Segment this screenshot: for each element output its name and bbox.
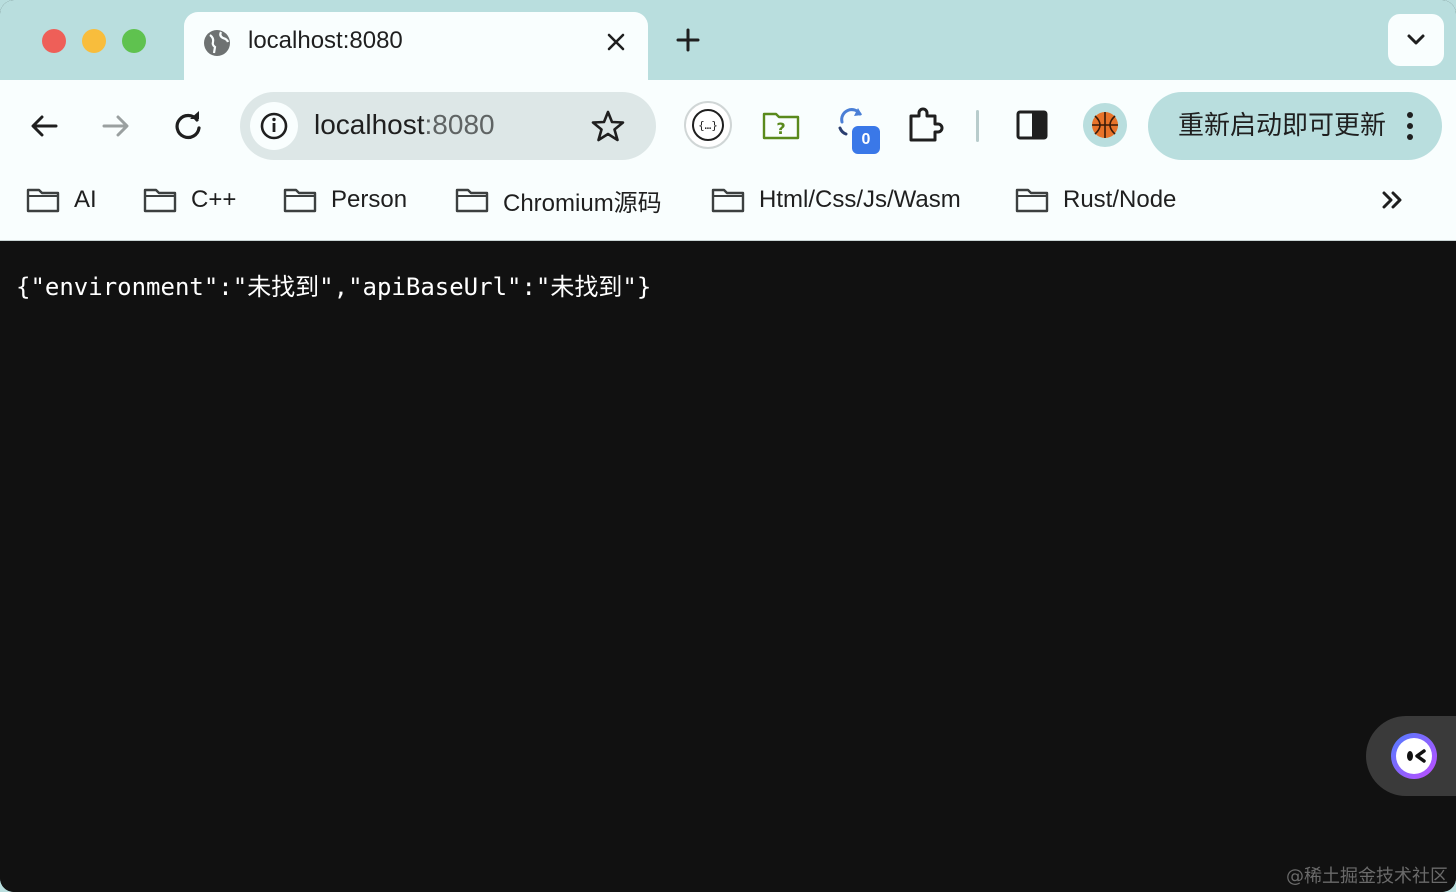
reload-icon[interactable] [168, 106, 208, 146]
tab-search-button[interactable] [1388, 14, 1444, 66]
bookmark-chromium[interactable]: Chromium源码 [455, 182, 662, 218]
address-bar[interactable]: localhost:8080 [240, 92, 656, 160]
folder-icon [143, 188, 177, 213]
basketball-icon[interactable] [1080, 100, 1130, 150]
folder-question-icon[interactable]: ? [756, 100, 806, 150]
url-port: :8080 [424, 109, 495, 140]
page-content: {"environment":"未找到","apiBaseUrl":"未找到"}… [0, 241, 1456, 892]
json-response-text: {"environment":"未找到","apiBaseUrl":"未找到"} [16, 273, 652, 301]
bookmark-web[interactable]: Html/Css/Js/Wasm [711, 182, 961, 218]
plus-icon[interactable] [672, 24, 704, 56]
back-arrow-icon[interactable] [24, 106, 64, 146]
relaunch-update-button[interactable]: 重新启动即可更新 [1148, 92, 1442, 160]
kebab-menu-icon[interactable] [1404, 110, 1416, 142]
forward-arrow-icon[interactable] [96, 106, 136, 146]
url-text: localhost:8080 [314, 108, 495, 142]
star-icon[interactable] [590, 108, 626, 144]
toolbar-separator [976, 110, 979, 142]
close-icon[interactable] [602, 28, 630, 56]
svg-text:{…}: {…} [698, 119, 718, 132]
browser-window: localhost:8080 localhost:8080 {…} ? 0 重新… [0, 0, 1456, 892]
tab-title: localhost:8080 [248, 27, 403, 54]
info-icon [260, 112, 288, 140]
watermark: @稀土掘金技术社区 [1286, 866, 1448, 887]
site-info-button[interactable] [250, 102, 298, 150]
globe-icon [204, 30, 230, 56]
folder-icon [1015, 188, 1049, 213]
floating-assistant-button[interactable] [1366, 716, 1456, 796]
double-chevron-right-icon[interactable] [1376, 184, 1408, 216]
extension-badge: 0 [852, 126, 880, 154]
side-panel-icon[interactable] [1007, 100, 1057, 150]
active-tab[interactable]: localhost:8080 [184, 12, 648, 82]
update-label: 重新启动即可更新 [1178, 111, 1387, 141]
json-viewer-icon[interactable]: {…} [683, 100, 733, 150]
bookmark-label: Rust/Node [1063, 186, 1177, 213]
bookmark-cpp[interactable]: C++ [143, 182, 236, 218]
puzzle-icon[interactable] [900, 100, 950, 150]
minimize-window-button[interactable] [82, 29, 106, 53]
bookmark-label: Person [331, 186, 408, 213]
chevron-down-icon [1407, 34, 1425, 45]
bookmark-label: C++ [191, 186, 237, 213]
folder-icon [711, 188, 745, 213]
bookmark-label: Chromium源码 [503, 189, 662, 217]
bookmark-person[interactable]: Person [283, 182, 407, 218]
svg-text:?: ? [776, 119, 785, 138]
url-host: localhost [314, 109, 425, 140]
bookmark-rust-node[interactable]: Rust/Node [1015, 182, 1176, 218]
bookmark-ai[interactable]: AI [26, 182, 97, 218]
folder-icon [283, 188, 317, 213]
folder-icon [26, 188, 60, 213]
bookmark-label: AI [74, 186, 97, 213]
maximize-window-button[interactable] [122, 29, 146, 53]
folder-icon [455, 188, 489, 213]
assistant-face-icon [1391, 733, 1437, 779]
tab-strip: localhost:8080 [0, 0, 1456, 82]
close-window-button[interactable] [42, 29, 66, 53]
bookmark-label: Html/Css/Js/Wasm [759, 186, 961, 213]
